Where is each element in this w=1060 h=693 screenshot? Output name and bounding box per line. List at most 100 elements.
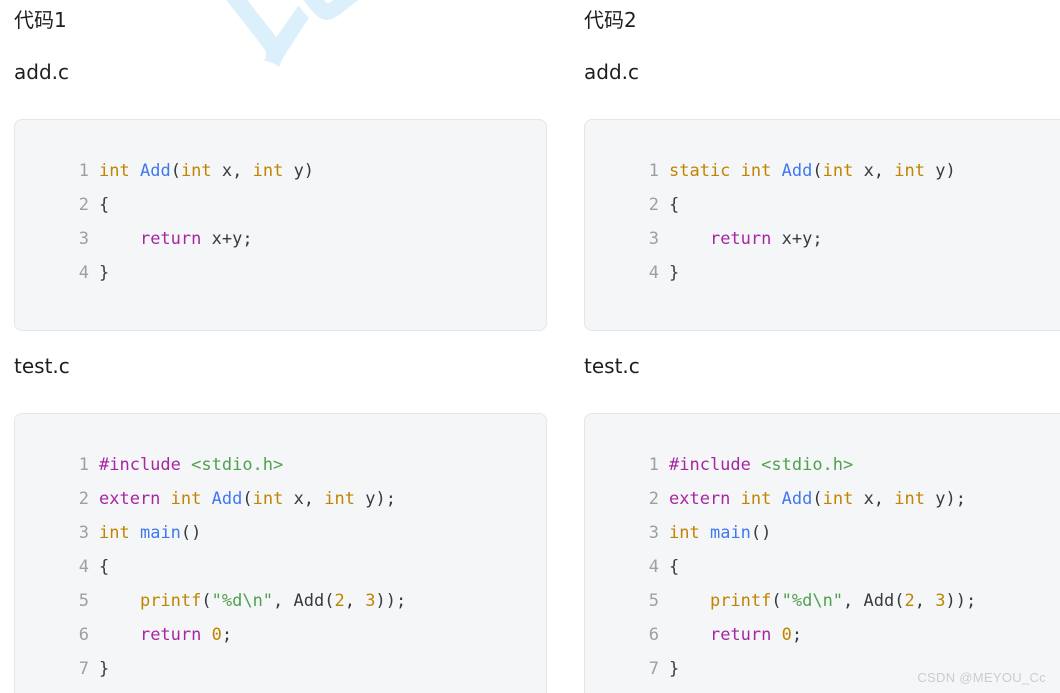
line-number: 2 (78, 489, 89, 509)
page-title: 代码1 (14, 8, 67, 32)
line-number: 1 (648, 161, 659, 181)
code-token: int (894, 489, 925, 509)
code-line: 5 printf("%d\n", Add(2, 3)); (585, 584, 1060, 618)
line-number: 1 (78, 161, 89, 181)
code-block-test-c-1: 1 #include <stdio.h> 2 extern int Add(int x… (14, 413, 547, 693)
code-token: int (894, 161, 925, 181)
file-label-add-c-2: add.c (584, 60, 639, 84)
code-line: 2 extern int Add(int x, int y); (15, 482, 546, 516)
line-number: 2 (648, 489, 659, 509)
code-token: ; (791, 625, 803, 645)
column-1-title-row: 代码1 (14, 8, 67, 32)
code-line: 1 int Add(int x, int y) (15, 154, 546, 188)
code-line: 1 static int Add(int x, int y) (585, 154, 1060, 188)
code-token: extern (669, 489, 731, 509)
line-number: 4 (648, 557, 659, 577)
code-token: { (669, 195, 680, 215)
code-line: 3 int main() (585, 516, 1060, 550)
code-token: x, (853, 161, 895, 181)
code-token: int (669, 523, 700, 543)
code-token: { (99, 195, 110, 215)
code-token: Add (781, 161, 813, 181)
code-token: Add (293, 591, 325, 611)
code-token: Add (139, 161, 171, 181)
line-number: 7 (78, 659, 89, 679)
code-lines-test-c-1: 1 #include <stdio.h> 2 extern int Add(int x… (15, 414, 546, 686)
code-token: x, (853, 489, 895, 509)
line-number: 5 (648, 591, 659, 611)
line-number: 1 (648, 455, 659, 475)
code-token: int (252, 489, 284, 509)
code-token: , (914, 591, 936, 611)
code-token: () (180, 523, 202, 543)
line-number: 1 (78, 455, 89, 475)
code-token: ( (812, 161, 823, 181)
code-token: int (740, 489, 772, 509)
code-block-add-c-1: 1 int Add(int x, int y) 2{3 return x+y; 4} (14, 119, 547, 331)
line-number: 3 (78, 523, 89, 543)
code-token: int (99, 161, 130, 181)
code-token: #include (99, 455, 181, 475)
line-number: 5 (78, 591, 89, 611)
code-token: Add (781, 489, 813, 509)
code-token: "%d\n" (781, 591, 844, 611)
code-token: ( (894, 591, 905, 611)
code-token: 0 (211, 625, 222, 645)
code-line: 2 extern int Add(int x, int y); (585, 482, 1060, 516)
line-number: 6 (78, 625, 89, 645)
code-token: x, (211, 161, 253, 181)
code-lines-add-c-1: 1 int Add(int x, int y) 2{3 return x+y; 4} (15, 120, 546, 290)
code-token: 2 (334, 591, 345, 611)
code-line: 6 return 0; (585, 618, 1060, 652)
code-token: } (99, 659, 110, 679)
code-token: , (344, 591, 366, 611)
code-line: 4{ (15, 550, 546, 584)
code-token: 3 (365, 591, 376, 611)
code-token: printf (709, 591, 772, 611)
code-block-add-c-2: 1 static int Add(int x, int y) 2{3 return … (584, 119, 1060, 331)
code-token: int (99, 523, 130, 543)
code-token: x, (283, 489, 325, 509)
code-line: 7} (15, 652, 546, 686)
line-number: 2 (648, 195, 659, 215)
code-token: extern (99, 489, 161, 509)
page-title-2: 代码2 (584, 8, 637, 32)
code-token: , (843, 591, 864, 611)
code-token: y) (925, 161, 956, 181)
code-token: main (139, 523, 181, 543)
column-2-addc-label: add.c (584, 60, 639, 84)
file-label-test-c-2: test.c (584, 354, 640, 378)
code-token: return (139, 229, 202, 249)
code-block-test-c-2: 1 #include <stdio.h> 2 extern int Add(int x… (584, 413, 1060, 693)
line-number: 4 (78, 263, 89, 283)
code-token: int (822, 489, 854, 509)
code-token: y); (355, 489, 396, 509)
column-1-addc-label: add.c (14, 60, 69, 84)
code-line: 4} (585, 256, 1060, 290)
code-token: <stdio.h> (191, 455, 284, 475)
code-token: { (99, 557, 110, 577)
code-token: main (709, 523, 751, 543)
code-token: } (669, 659, 680, 679)
code-token: ( (170, 161, 181, 181)
code-token: } (99, 263, 110, 283)
code-token: printf (139, 591, 202, 611)
line-number: 7 (648, 659, 659, 679)
code-token: int (822, 161, 854, 181)
code-token: Add (211, 489, 243, 509)
code-token: int (740, 161, 772, 181)
code-token: Add (863, 591, 895, 611)
line-number: 6 (648, 625, 659, 645)
code-token: ( (812, 489, 823, 509)
